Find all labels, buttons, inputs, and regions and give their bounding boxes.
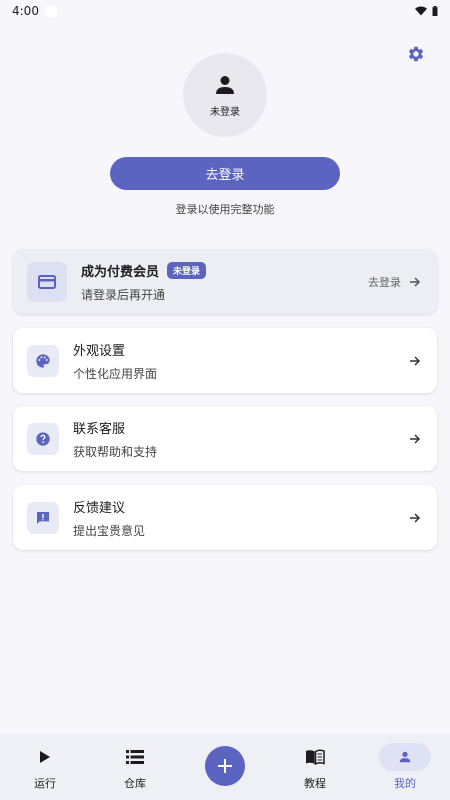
vip-card-text: 成为付费会员 未登录 请登录后再开通 (81, 261, 368, 303)
nav-label: 仓库 (124, 777, 146, 790)
add-button-wrap (185, 746, 265, 786)
nav-icon-wrap (109, 743, 161, 771)
status-badge: 未登录 (167, 261, 207, 279)
person-icon (216, 75, 234, 94)
notification-icon (44, 5, 57, 17)
menu-text: 外观设置 个性化应用界面 (73, 340, 409, 382)
nav-item-tutorial[interactable]: 教程 (275, 743, 355, 791)
nav-label: 教程 (304, 777, 326, 790)
palette-icon (36, 353, 50, 368)
settings-button[interactable] (404, 42, 428, 66)
vip-action-label: 去登录 (368, 275, 401, 289)
menu-title: 反馈建议 (73, 500, 126, 516)
menu-text: 反馈建议 提出宝贵意见 (73, 497, 409, 539)
menu-icon-wrap (27, 344, 59, 377)
status-bar: 4:00 (0, 0, 450, 22)
vip-card-icon-wrap (27, 261, 67, 302)
avatar-label: 未登录 (210, 106, 240, 118)
menu-subtitle: 提出宝贵意见 (73, 523, 146, 538)
menu-subtitle: 获取帮助和支持 (73, 444, 158, 459)
wifi-icon (415, 6, 427, 16)
menu-title: 联系客服 (73, 421, 126, 437)
person-icon (399, 751, 411, 763)
book-icon (306, 749, 325, 765)
menu-title: 外观设置 (73, 343, 126, 359)
vip-subtitle: 请登录后再开通 (81, 287, 166, 302)
credit-card-icon (38, 274, 56, 289)
battery-icon (432, 6, 438, 16)
nav-item-repo[interactable]: 仓库 (95, 743, 175, 791)
nav-item-mine[interactable]: 我的 (365, 743, 445, 791)
arrow-right-icon (410, 355, 421, 366)
avatar[interactable]: 未登录 (183, 53, 267, 137)
nav-item-run[interactable]: 运行 (5, 743, 85, 791)
menu-item-appearance[interactable]: 外观设置 个性化应用界面 (13, 328, 437, 393)
nav-label: 运行 (34, 777, 56, 790)
menu-arrow (409, 512, 421, 524)
nav-label: 我的 (394, 777, 416, 790)
menu-subtitle: 个性化应用界面 (73, 366, 158, 381)
status-left: 4:00 (12, 4, 57, 18)
plus-icon (218, 759, 232, 773)
login-button[interactable]: 去登录 (110, 157, 340, 190)
menu-item-feedback[interactable]: 反馈建议 提出宝贵意见 (13, 485, 437, 550)
status-time: 4:00 (12, 4, 39, 18)
nav-icon-wrap (289, 743, 341, 771)
vip-card[interactable]: 成为付费会员 未登录 请登录后再开通 去登录 (13, 249, 437, 314)
bottom-nav: 运行 仓库 教程 我的 (0, 734, 450, 800)
play-icon (40, 751, 50, 763)
menu-text: 联系客服 获取帮助和支持 (73, 418, 409, 460)
vip-action[interactable]: 去登录 (368, 274, 421, 290)
help-icon (36, 431, 50, 446)
feedback-icon (37, 511, 49, 524)
nav-icon-wrap (379, 743, 431, 771)
add-button[interactable] (205, 746, 245, 786)
gear-icon (408, 46, 424, 62)
menu-arrow (409, 433, 421, 445)
nav-icon-wrap (19, 743, 71, 771)
status-right (415, 6, 438, 16)
list-icon (126, 750, 144, 764)
vip-title-row: 成为付费会员 未登录 (81, 261, 368, 280)
arrow-right-icon (410, 512, 421, 523)
arrow-right-icon (410, 276, 421, 287)
menu-icon-wrap (27, 501, 59, 534)
menu-item-support[interactable]: 联系客服 获取帮助和支持 (13, 406, 437, 471)
arrow-right-icon (410, 433, 421, 444)
menu-icon-wrap (27, 422, 59, 455)
menu-arrow (409, 355, 421, 367)
vip-title: 成为付费会员 (81, 264, 160, 280)
login-hint: 登录以使用完整功能 (175, 203, 275, 216)
